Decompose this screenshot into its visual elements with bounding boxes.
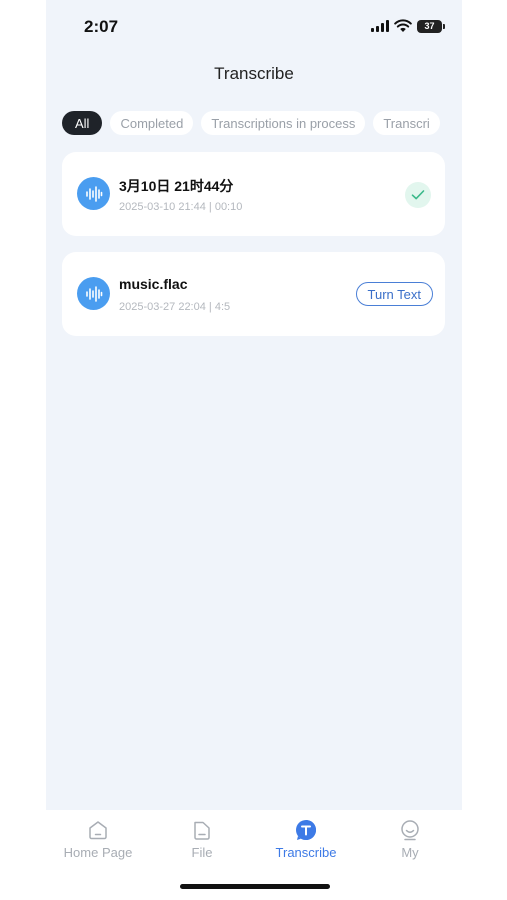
status-time: 2:07 xyxy=(84,17,119,36)
battery-icon: 37 xyxy=(417,19,445,33)
home-icon xyxy=(86,818,110,842)
filter-chip-in-process[interactable]: Transcriptions in process xyxy=(201,111,366,135)
transcribe-icon xyxy=(294,818,318,842)
nav-file[interactable]: File xyxy=(150,818,254,860)
turn-text-button[interactable]: Turn Text xyxy=(355,282,433,306)
audio-wave-icon xyxy=(77,277,110,310)
nav-my[interactable]: My xyxy=(358,818,462,860)
home-indicator xyxy=(180,884,330,889)
signal-icon xyxy=(371,20,389,32)
filter-chips: All Completed Transcriptions in process … xyxy=(62,111,440,135)
status-icons: 37 xyxy=(371,19,445,33)
nav-label: My xyxy=(401,845,419,860)
recording-meta: 2025-03-27 22:04 | 4:5 xyxy=(119,301,231,313)
nav-transcribe[interactable]: Transcribe xyxy=(254,818,358,860)
recording-title: 3月10日 21时44分 xyxy=(119,178,234,194)
recording-meta: 2025-03-10 21:44 | 00:10 xyxy=(119,201,243,213)
battery-level: 37 xyxy=(424,21,435,31)
profile-icon xyxy=(398,818,422,842)
nav-home[interactable]: Home Page xyxy=(46,818,150,860)
recording-title: music.flac xyxy=(119,276,188,292)
wifi-icon xyxy=(394,19,412,32)
completed-check-icon xyxy=(405,182,431,208)
filter-chip-transcribing[interactable]: Transcri xyxy=(373,111,440,135)
file-icon xyxy=(190,818,214,842)
nav-label: Transcribe xyxy=(275,845,337,860)
audio-wave-icon xyxy=(77,177,110,210)
nav-label: Home Page xyxy=(63,845,133,860)
filter-chip-all[interactable]: All xyxy=(62,111,103,135)
filter-chip-completed[interactable]: Completed xyxy=(110,111,194,135)
page-title: Transcribe xyxy=(214,64,294,83)
phone-screen: 2:07 37 Transcribe All Completed Transcr… xyxy=(46,0,462,900)
nav-label: File xyxy=(191,845,213,860)
bottom-nav: Home Page File Transcribe My xyxy=(46,810,462,900)
recording-card[interactable]: music.flac 2025-03-27 22:04 | 4:5 Turn T… xyxy=(62,252,445,336)
recording-card[interactable]: 3月10日 21时44分 2025-03-10 21:44 | 00:10 xyxy=(62,152,445,236)
